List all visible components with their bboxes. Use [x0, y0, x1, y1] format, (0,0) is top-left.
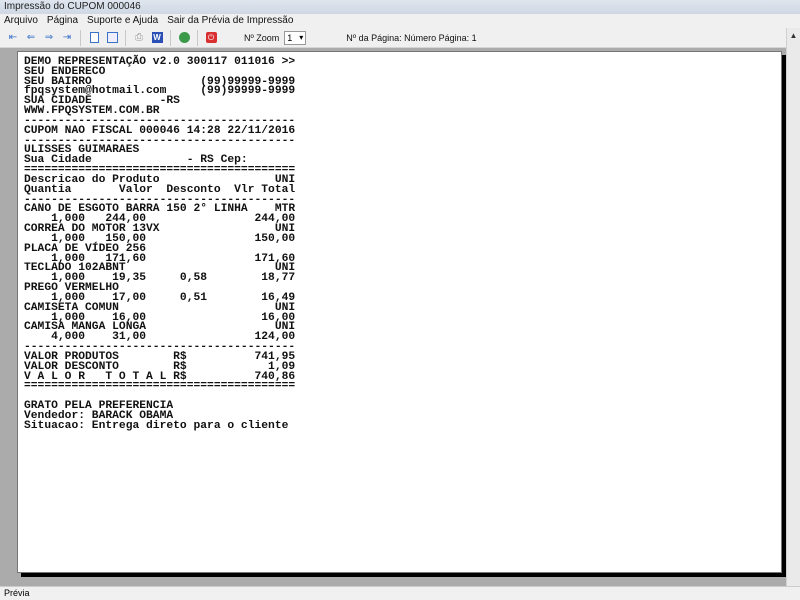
export-icon[interactable]: [177, 31, 191, 45]
single-page-icon[interactable]: [87, 31, 101, 45]
separator: [125, 29, 126, 46]
print-page: DEMO REPRESENTAÇÃO v2.0 300117 011016 >>…: [17, 51, 782, 573]
separator: [197, 29, 198, 46]
first-page-icon[interactable]: ⇤: [6, 31, 20, 45]
receipt-line: Situacao: Entrega direto para o cliente: [24, 419, 289, 432]
two-pages-icon[interactable]: [105, 31, 119, 45]
receipt-text: DEMO REPRESENTAÇÃO v2.0 300117 011016 >>…: [24, 56, 296, 432]
preview-area: DEMO REPRESENTAÇÃO v2.0 300117 011016 >>…: [0, 49, 786, 586]
page-info: Nº da Página: Número Página: 1: [346, 32, 477, 43]
menu-suporte[interactable]: Suporte e Ajuda: [87, 14, 158, 28]
window-title: Impressão do CUPOM 000046: [4, 1, 141, 12]
status-text: Prévia: [4, 588, 30, 598]
toolbar: ⇤ ⇐ ⇒ ⇥ ⎙ W ⏻ Nº Zoom 1 Nº da Página: Nú…: [0, 28, 800, 48]
print-icon[interactable]: ⎙: [132, 31, 146, 45]
separator: [80, 29, 81, 46]
menu-arquivo[interactable]: Arquivo: [4, 14, 38, 28]
menu-sair-previa[interactable]: Sair da Prévia de Impressão: [167, 14, 293, 28]
next-page-icon[interactable]: ⇒: [42, 31, 56, 45]
title-bar: Impressão do CUPOM 000046: [0, 0, 800, 14]
menu-bar: Arquivo Página Suporte e Ajuda Sair da P…: [0, 14, 800, 28]
scroll-up-icon[interactable]: ▲: [787, 28, 800, 44]
vertical-scrollbar[interactable]: ▲: [786, 28, 800, 586]
zoom-select[interactable]: 1: [284, 30, 307, 45]
last-page-icon[interactable]: ⇥: [60, 31, 74, 45]
word-export-icon[interactable]: W: [150, 31, 164, 45]
zoom-label: Nº Zoom: [244, 32, 280, 43]
exit-icon[interactable]: ⏻: [204, 31, 218, 45]
menu-pagina[interactable]: Página: [47, 14, 78, 28]
previous-page-icon[interactable]: ⇐: [24, 31, 38, 45]
status-bar: Prévia: [0, 586, 800, 600]
separator: [170, 29, 171, 46]
receipt-line: ========================================: [24, 380, 296, 393]
